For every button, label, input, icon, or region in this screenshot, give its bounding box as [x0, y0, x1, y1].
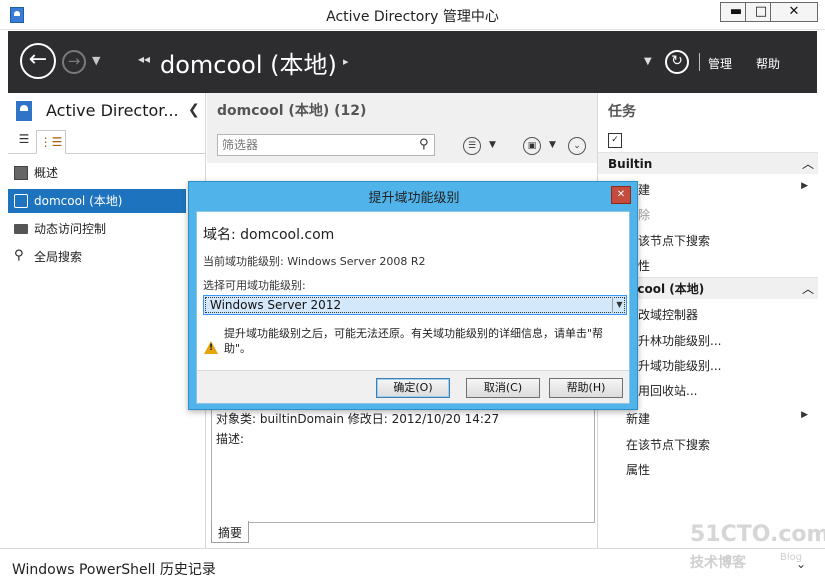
- task-delete: 删除: [626, 206, 816, 223]
- task-raise-domain-level[interactable]: 提升域功能级别...: [626, 357, 816, 374]
- watermark-subtitle: 技术博客: [690, 555, 746, 571]
- folder-icon: [14, 224, 28, 234]
- task-change-dc[interactable]: 更改域控制器: [626, 306, 816, 323]
- task-enable-recycle-bin[interactable]: 启用回收站...: [626, 382, 816, 399]
- back-button[interactable]: ←: [20, 43, 56, 79]
- window-titlebar: Active Directory 管理中心 ▬ □ ✕: [0, 0, 825, 30]
- clipboard-icon[interactable]: ✓: [608, 133, 622, 148]
- ad-user-icon: [16, 101, 32, 121]
- cancel-button[interactable]: 取消(C): [466, 378, 540, 398]
- nav-item-label: 全局搜索: [34, 250, 83, 264]
- list-view-icon[interactable]: ☰: [12, 132, 36, 152]
- select-level-label: 选择可用域功能级别:: [203, 279, 306, 292]
- content-header: domcool (本地) (12): [207, 93, 597, 123]
- task-raise-forest-level[interactable]: 提升林功能级别...: [626, 332, 816, 349]
- history-dropdown-icon[interactable]: ▼: [92, 54, 100, 67]
- expand-icon[interactable]: ⌄: [568, 137, 586, 155]
- arrow-left-icon: ←: [28, 47, 48, 72]
- dialog-button-bar: 确定(O) 取消(C) 帮助(H): [197, 370, 629, 403]
- warning-text: 提升域功能级别之后，可能无法还原。有关域功能级别的详细信息，请单击"帮助"。: [224, 327, 604, 355]
- filter-input[interactable]: [217, 134, 435, 156]
- help-button[interactable]: 帮助(H): [549, 378, 623, 398]
- refresh-icon: ↻: [671, 53, 683, 69]
- current-level-label: 当前域功能级别: Windows Server 2008 R2: [203, 255, 426, 268]
- save-dropdown-icon[interactable]: ▼: [549, 140, 556, 150]
- view-tabs: ☰ ⋮☰: [8, 130, 206, 154]
- chevron-up-icon: ︿: [801, 282, 814, 296]
- task-label: 提升林功能级别...: [626, 334, 722, 348]
- task-label: 新建: [626, 412, 651, 426]
- dialog-close-button[interactable]: ✕: [611, 186, 631, 204]
- refresh-button[interactable]: ↻: [665, 50, 689, 74]
- chevron-down-icon[interactable]: ▼: [612, 297, 626, 313]
- columns-dropdown-icon[interactable]: ▼: [489, 140, 496, 150]
- task-search-node-2[interactable]: 在该节点下搜索: [626, 436, 816, 453]
- help-menu[interactable]: 帮助: [756, 55, 780, 72]
- ok-button[interactable]: 确定(O): [376, 378, 450, 398]
- tree-view-icon[interactable]: ⋮☰: [36, 130, 66, 154]
- navigation-bar: ← → ▼ ◂◂ domcool (本地) ▸ ▼ ↻ 管理 帮助: [8, 31, 817, 93]
- watermark-logo: 51CTO.com: [690, 522, 825, 547]
- submenu-arrow-icon: ▶: [801, 181, 808, 191]
- section-builtin[interactable]: Builtin ︿: [598, 152, 818, 174]
- filter-bar: ⚲ ☰ ▼ ▣ ▼ ⌄: [207, 123, 597, 163]
- nav-item-overview[interactable]: 概述: [8, 161, 186, 185]
- save-query-icon[interactable]: ▣: [523, 137, 541, 155]
- nav-dropdown-icon[interactable]: ▼: [644, 56, 652, 67]
- columns-icon[interactable]: ☰: [463, 137, 481, 155]
- task-properties-2[interactable]: 属性: [626, 461, 816, 478]
- breadcrumb-expand-icon[interactable]: ▸: [343, 55, 349, 68]
- window-title: Active Directory 管理中心: [326, 9, 499, 25]
- nav-item-dynamic-access-control[interactable]: 动态访问控制: [8, 217, 186, 241]
- nav-item-label: 概述: [34, 166, 59, 180]
- details-box: 对象类: builtinDomain 修改日: 2012/10/20 14:27…: [211, 405, 595, 523]
- task-label: 提升域功能级别...: [626, 359, 722, 373]
- domain-level-select[interactable]: Windows Server 2012 ▼: [203, 295, 627, 315]
- selected-level-value: Windows Server 2012: [210, 298, 342, 312]
- nav-item-domcool[interactable]: domcool (本地): [8, 189, 186, 213]
- task-new-2[interactable]: 新建 ▶: [626, 410, 816, 427]
- section-label: Builtin: [608, 157, 653, 171]
- close-button[interactable]: ✕: [770, 2, 818, 22]
- task-label: 属性: [626, 463, 651, 477]
- overview-grid-icon: [14, 166, 28, 180]
- summary-tab[interactable]: 摘要: [211, 521, 250, 543]
- details-object-row: 对象类: builtinDomain 修改日: 2012/10/20 14:27: [216, 412, 500, 426]
- search-icon: ⚲: [14, 248, 24, 263]
- task-label: 在该节点下搜索: [626, 234, 711, 248]
- domain-name-label: 域名: domcool.com: [203, 227, 335, 243]
- breadcrumb-back-icon[interactable]: ◂◂: [138, 52, 150, 66]
- task-search-node[interactable]: 在该节点下搜索: [626, 232, 816, 249]
- left-navigation-pane: Active Director... ❮ ☰ ⋮☰ 概述 domcool (本地…: [8, 93, 206, 548]
- details-description: 描述:: [216, 432, 245, 446]
- dialog-body: 域名: domcool.com 当前域功能级别: Windows Server …: [196, 211, 630, 404]
- warning-icon: [204, 341, 218, 354]
- collapse-pane-icon[interactable]: ❮: [188, 102, 200, 118]
- dialog-title: 提升域功能级别: [368, 191, 460, 206]
- manage-menu[interactable]: 管理: [708, 55, 732, 72]
- chevron-up-icon: ︿: [801, 157, 814, 171]
- powershell-history-title: Windows PowerShell 历史记录: [12, 562, 216, 578]
- nav-pane-title: Active Director...: [46, 101, 179, 120]
- arrow-right-icon: →: [67, 52, 81, 70]
- task-properties[interactable]: 属性: [626, 257, 816, 274]
- nav-item-global-search[interactable]: ⚲ 全局搜索: [8, 245, 186, 269]
- forward-button[interactable]: →: [62, 50, 86, 74]
- submenu-arrow-icon: ▶: [801, 410, 808, 420]
- content-title: domcool (本地) (12): [217, 103, 367, 119]
- task-new[interactable]: 新建 ▶: [626, 181, 816, 198]
- task-label: 在该节点下搜索: [626, 438, 711, 452]
- watermark-blog: Blog: [780, 552, 803, 563]
- breadcrumb-current[interactable]: domcool (本地): [160, 45, 337, 80]
- close-icon: ✕: [616, 189, 626, 200]
- nav-separator: [699, 53, 700, 71]
- nav-item-label: 动态访问控制: [34, 222, 107, 236]
- raise-domain-level-dialog: 提升域功能级别 ✕ 域名: domcool.com 当前域功能级别: Windo…: [188, 181, 638, 410]
- domain-icon: [14, 194, 28, 208]
- nav-item-label: domcool (本地): [34, 194, 123, 208]
- search-icon[interactable]: ⚲: [419, 137, 429, 152]
- tasks-title: 任务: [608, 104, 636, 120]
